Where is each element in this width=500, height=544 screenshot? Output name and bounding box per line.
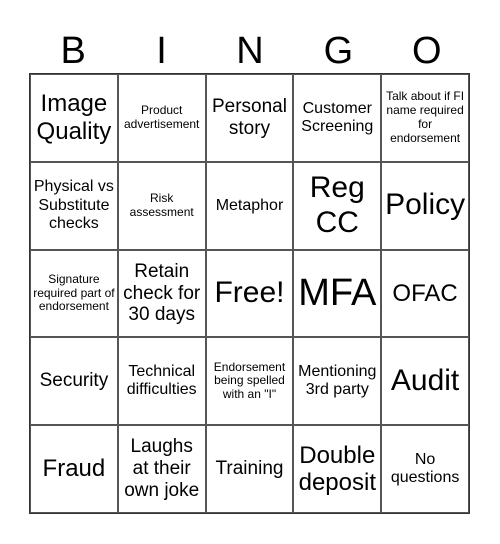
bingo-cell[interactable]: OFAC: [381, 249, 469, 338]
bingo-cell[interactable]: Personal story: [205, 74, 294, 162]
bingo-cell-text: Security: [39, 370, 109, 392]
bingo-cell[interactable]: Talk about if FI name required for endor…: [381, 74, 469, 162]
bingo-grid: Image Quality Product advertisement Person…: [29, 73, 470, 514]
bingo-cell[interactable]: Technical difficulties: [117, 337, 206, 426]
bingo-cell-text: Retain check for 30 days: [123, 260, 201, 326]
bingo-cell[interactable]: Fraud: [30, 425, 118, 513]
bingo-cell[interactable]: Risk assessment: [117, 161, 206, 250]
bingo-cell-text: Image Quality: [36, 90, 112, 145]
bingo-cell[interactable]: Retain check for 30 days: [117, 249, 206, 338]
bingo-cell[interactable]: Physical vs Substitute checks: [30, 161, 118, 250]
bingo-cell[interactable]: Signature required part of endorsement: [30, 249, 118, 338]
bingo-cell-text: Physical vs Substitute checks: [33, 178, 114, 232]
bingo-cell-text: Free!: [214, 276, 285, 310]
bingo-cell[interactable]: Metaphor: [205, 161, 294, 250]
bingo-cell-text: OFAC: [392, 279, 458, 307]
bingo-header: B I N G O: [29, 28, 471, 74]
bingo-cell[interactable]: Security: [30, 337, 118, 426]
bingo-cell-text: Policy: [385, 188, 466, 222]
bingo-cell[interactable]: Audit: [381, 337, 469, 426]
bingo-cell-text: Training: [215, 458, 284, 480]
bingo-cell-text: Double deposit: [298, 441, 376, 497]
bingo-cell-text: Laughs at their own joke: [124, 436, 200, 502]
bingo-cell-text: Talk about if FI name required for endor…: [386, 89, 465, 145]
bingo-cell[interactable]: Laughs at their own joke: [117, 425, 206, 513]
bingo-cell[interactable]: Endorsement being spelled with an "I": [205, 337, 294, 426]
header-letter-b: B: [60, 30, 86, 72]
header-letter-g: G: [323, 30, 354, 72]
bingo-cell[interactable]: Mentioning 3rd party: [293, 337, 382, 426]
bingo-cell[interactable]: Policy: [381, 161, 469, 250]
bingo-cell-text: Customer Screening: [301, 99, 374, 135]
bingo-cell-text: MFA: [298, 271, 377, 314]
bingo-cell-text: Technical difficulties: [126, 362, 197, 399]
bingo-cell-text: No questions: [390, 450, 460, 487]
bingo-cell[interactable]: Customer Screening: [293, 74, 382, 162]
bingo-cell-text: Personal story: [211, 96, 287, 139]
bingo-cell-text: Mentioning 3rd party: [298, 362, 377, 399]
bingo-cell[interactable]: Double deposit: [293, 425, 382, 513]
bingo-cell[interactable]: Image Quality: [30, 74, 118, 162]
header-letter-n: N: [236, 30, 264, 72]
header-letter-i: I: [156, 30, 167, 72]
bingo-cell[interactable]: No questions: [381, 425, 469, 513]
header-letter-o: O: [411, 30, 442, 72]
bingo-cell-text: Endorsement being spelled with an "I": [213, 359, 286, 402]
bingo-cell-text: Audit: [390, 364, 460, 398]
bingo-cell-text: Signature required part of endorsement: [33, 271, 115, 314]
bingo-cell-text: Metaphor: [215, 196, 284, 214]
bingo-cell[interactable]: MFA: [293, 249, 382, 338]
bingo-cell[interactable]: Reg CC: [293, 161, 382, 250]
bingo-cell-text: Fraud: [42, 455, 106, 483]
bingo-cell-text: Reg CC: [309, 171, 365, 239]
bingo-cell-text: Product advertisement: [124, 103, 200, 131]
bingo-cell[interactable]: Training: [205, 425, 294, 513]
bingo-cell[interactable]: Product advertisement: [117, 74, 206, 162]
bingo-cell-text: Risk assessment: [129, 190, 194, 219]
bingo-cell[interactable]: Free!: [205, 249, 294, 338]
